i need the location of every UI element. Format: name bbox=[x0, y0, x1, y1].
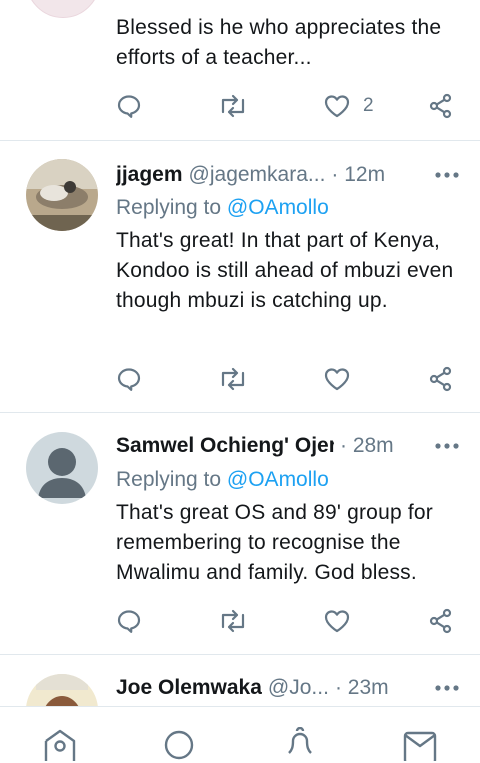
timeline-feed: Blessed is he who appreciates the effort… bbox=[0, 0, 480, 706]
reply-icon bbox=[117, 95, 141, 118]
tweet-text: Blessed is he who appreciates the effort… bbox=[116, 16, 442, 69]
share-button[interactable] bbox=[428, 91, 454, 121]
user-handle[interactable]: @Jo... bbox=[268, 676, 329, 700]
like-button[interactable] bbox=[323, 364, 363, 394]
share-icon bbox=[429, 366, 452, 392]
more-icon bbox=[435, 685, 459, 691]
more-icon bbox=[435, 172, 459, 178]
avatar-photo bbox=[26, 674, 98, 706]
more-icon bbox=[435, 443, 459, 449]
more-button[interactable] bbox=[432, 160, 462, 190]
avatar[interactable] bbox=[26, 159, 98, 231]
tweet-actions: 2 bbox=[116, 91, 460, 121]
tweet[interactable]: Blessed is he who appreciates the effort… bbox=[0, 0, 480, 140]
heart-icon bbox=[324, 610, 350, 633]
avatar[interactable] bbox=[26, 674, 98, 706]
reply-button[interactable] bbox=[116, 606, 142, 636]
share-button[interactable] bbox=[428, 606, 454, 636]
nav-notifications-button[interactable] bbox=[280, 727, 320, 763]
user-handle[interactable]: @jagemkara... bbox=[189, 163, 326, 187]
mention-link[interactable]: @OAmollo bbox=[227, 468, 329, 491]
search-icon bbox=[164, 730, 194, 760]
timestamp[interactable]: · 23m bbox=[335, 676, 389, 700]
heart-icon bbox=[324, 95, 350, 118]
reply-icon bbox=[117, 610, 141, 633]
like-button[interactable] bbox=[323, 606, 363, 636]
heart-icon bbox=[324, 368, 350, 391]
reply-icon bbox=[117, 368, 141, 391]
more-button[interactable] bbox=[432, 431, 462, 461]
tweet-header: Joe Olemwaka @Jo... · 23m bbox=[116, 673, 462, 703]
display-name[interactable]: jjagem bbox=[116, 163, 183, 187]
timestamp[interactable]: · 12m bbox=[331, 163, 385, 187]
bottom-navigation bbox=[0, 706, 480, 761]
tweet[interactable]: Joe Olemwaka @Jo... · 23m bbox=[0, 655, 480, 706]
share-icon bbox=[429, 608, 452, 634]
avatar[interactable] bbox=[26, 432, 98, 504]
like-count: 2 bbox=[363, 95, 374, 116]
retweet-button[interactable] bbox=[218, 606, 248, 636]
tweet-actions bbox=[116, 364, 460, 394]
tweet-header: jjagem @jagemkara... · 12m bbox=[116, 160, 462, 190]
tweet-header: Samwel Ochieng' Ojer · 28m bbox=[116, 431, 462, 461]
default-avatar-silhouette bbox=[38, 448, 86, 498]
tweet[interactable]: jjagem @jagemkara... · 12m Replying to @… bbox=[0, 141, 480, 412]
replying-to: Replying to @OAmollo bbox=[116, 196, 329, 220]
share-button[interactable] bbox=[428, 364, 454, 394]
retweet-icon bbox=[221, 367, 245, 391]
replying-to-label: Replying to bbox=[116, 468, 222, 491]
replying-to-label: Replying to bbox=[116, 196, 222, 219]
like-button[interactable]: 2 bbox=[323, 91, 374, 121]
display-name[interactable]: Samwel Ochieng' Ojer bbox=[116, 434, 334, 458]
reply-button[interactable] bbox=[116, 364, 142, 394]
retweet-button[interactable] bbox=[218, 364, 248, 394]
avatar[interactable] bbox=[26, 0, 100, 18]
share-icon bbox=[429, 93, 452, 119]
retweet-button[interactable] bbox=[218, 91, 248, 121]
mail-icon bbox=[403, 731, 437, 761]
bell-icon bbox=[288, 727, 312, 754]
avatar-photo bbox=[26, 159, 98, 231]
more-button[interactable] bbox=[432, 673, 462, 703]
timestamp[interactable]: · 28m bbox=[340, 434, 394, 458]
nav-search-button[interactable] bbox=[159, 727, 199, 763]
nav-messages-button[interactable] bbox=[400, 727, 440, 763]
reply-button[interactable] bbox=[116, 91, 142, 121]
tweet-text: That's great OS and 89' group for rememb… bbox=[116, 501, 433, 584]
nav-home-button[interactable] bbox=[40, 727, 80, 763]
retweet-icon bbox=[221, 94, 245, 118]
retweet-icon bbox=[221, 609, 245, 633]
replying-to: Replying to @OAmollo bbox=[116, 468, 329, 492]
display-name[interactable]: Joe Olemwaka bbox=[116, 676, 262, 700]
home-icon bbox=[44, 729, 76, 761]
mention-link[interactable]: @OAmollo bbox=[227, 196, 329, 219]
tweet[interactable]: Samwel Ochieng' Ojer · 28m Replying to @… bbox=[0, 413, 480, 654]
tweet-actions bbox=[116, 606, 460, 636]
tweet-text: That's great! In that part of Kenya, Kon… bbox=[116, 229, 454, 312]
